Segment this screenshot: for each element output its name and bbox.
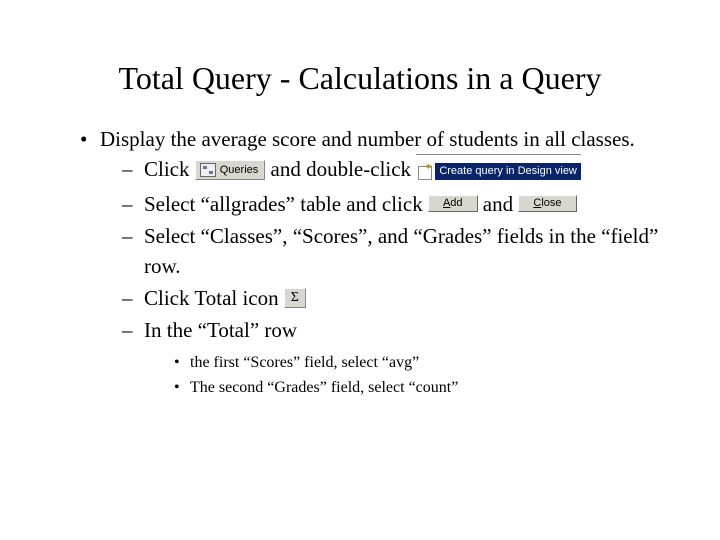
close-rest: lose [541,197,561,209]
text-select-pre: Select “allgrades” table and click [144,192,428,216]
create-query-label: Create query in Design view [435,163,581,180]
text-total: Click Total icon [144,286,284,310]
queries-label: Queries [220,163,259,175]
subsub-count: The second “Grades” field, select “count… [174,377,670,399]
new-query-icon [418,165,432,179]
sub-click-queries: Click Queries and double-click Create qu… [122,155,670,186]
sigma-icon: Σ [291,290,299,305]
text-click-mid: and double-click [265,157,416,181]
slide-title: Total Query - Calculations in a Query [50,60,670,97]
bullet-list: Display the average score and number of … [80,125,670,399]
subsub-list: the first “Scores” field, select “avg” T… [174,352,670,400]
bullet-main: Display the average score and number of … [80,125,670,399]
queries-icon [200,163,216,177]
sub-total-row: In the “Total” row the first “Scores” fi… [122,316,670,399]
bullet-main-text: Display the average score and number of … [100,127,635,151]
sub-select-fields: Select “Classes”, “Scores”, and “Grades”… [122,222,670,281]
close-button[interactable]: Close [518,195,576,212]
total-sigma-button[interactable]: Σ [284,288,306,308]
sub-select-table: Select “allgrades” table and click Add a… [122,190,670,219]
add-rest: dd [450,197,462,209]
create-query-button[interactable]: Create query in Design view [416,154,581,184]
subsub-avg: the first “Scores” field, select “avg” [174,352,670,374]
text-click-pre: Click [144,157,195,181]
add-button[interactable]: Add [428,195,478,212]
queries-button[interactable]: Queries [195,160,266,180]
sub-list: Click Queries and double-click Create qu… [122,155,670,399]
text-total-row: In the “Total” row [144,318,297,342]
sub-click-total: Click Total icon Σ [122,284,670,313]
text-select-mid: and [478,192,519,216]
